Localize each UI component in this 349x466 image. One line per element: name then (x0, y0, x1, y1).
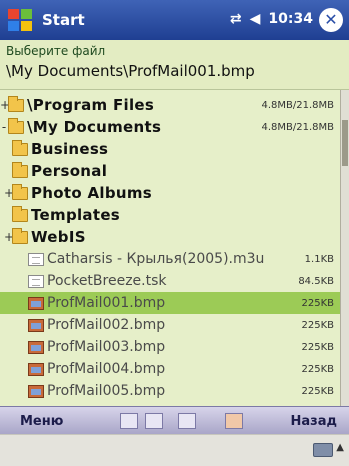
keyboard-icon[interactable] (313, 443, 333, 457)
expander-plus[interactable]: + (4, 186, 14, 200)
item-label: Business (31, 140, 109, 158)
expander-minus[interactable]: - (0, 120, 8, 134)
document-icon (28, 252, 44, 266)
selected-path: \My Documents\ProfMail001.bmp (6, 62, 255, 80)
list-item-my-documents[interactable]: - \My Documents 4.8MB/21.8MB (0, 116, 340, 138)
delete-icon[interactable] (225, 413, 243, 429)
list-item-photo-albums[interactable]: + Photo Albums (0, 182, 340, 204)
folder-icon (8, 117, 24, 134)
item-label: ProfMail003.bmp (47, 339, 166, 355)
item-label: \My Documents (27, 118, 162, 136)
copy-icon[interactable] (145, 413, 163, 429)
item-label: \Program Files (27, 96, 155, 114)
vertical-scrollbar[interactable] (340, 90, 349, 406)
item-label: ProfMail005.bmp (47, 383, 166, 399)
document-icon (28, 274, 44, 288)
item-label: PocketBreeze.tsk (47, 273, 167, 289)
folder-icon (12, 205, 28, 222)
item-label: ProfMail001.bmp (47, 295, 166, 311)
prompt-text: Выберите файл (6, 44, 106, 58)
list-item-profmail004[interactable]: ProfMail004.bmp 225KB (0, 358, 340, 380)
folder-icon (12, 139, 28, 156)
item-label: ProfMail004.bmp (47, 361, 166, 377)
expander-plus[interactable]: + (4, 230, 14, 244)
item-label: ProfMail002.bmp (47, 317, 166, 333)
list-item-webis[interactable]: + WebIS (0, 226, 340, 248)
item-size: 225KB (301, 297, 334, 309)
speaker-icon[interactable]: ◀ (250, 11, 261, 27)
pocketpc-screen: Start ⇄ ◀ 10:34 ✕ Выберите файл \My Docu… (0, 0, 349, 466)
list-item-catharsis[interactable]: Catharsis - Крылья(2005).m3u 1.1KB (0, 248, 340, 270)
close-button[interactable]: ✕ (319, 8, 343, 32)
connection-arrows-icon[interactable]: ⇄ (230, 11, 242, 27)
folder-icon (12, 227, 28, 244)
status-area: ⇄ ◀ 10:34 (230, 11, 313, 27)
bitmap-image-icon (28, 318, 44, 332)
item-label: Templates (31, 206, 121, 224)
item-size: 225KB (301, 341, 334, 353)
folder-icon (12, 183, 28, 200)
file-prompt-header: Выберите файл \My Documents\ProfMail001.… (0, 40, 349, 90)
item-label: Personal (31, 162, 108, 180)
list-item-templates[interactable]: Templates (0, 204, 340, 226)
item-size: 4.8MB/21.8MB (261, 99, 334, 111)
bitmap-image-icon (28, 340, 44, 354)
list-item-profmail005[interactable]: ProfMail005.bmp 225KB (0, 380, 340, 402)
item-label: Photo Albums (31, 184, 152, 202)
menu-softkey[interactable]: Меню (20, 414, 63, 429)
item-size: 4.8MB/21.8MB (261, 121, 334, 133)
item-size: 225KB (301, 363, 334, 375)
list-item-program-files[interactable]: + \Program Files 4.8MB/21.8MB (0, 94, 340, 116)
back-softkey[interactable]: Назад (291, 414, 337, 429)
bitmap-image-icon (28, 296, 44, 310)
list-item-business[interactable]: Business (0, 138, 340, 160)
item-size: 225KB (301, 319, 334, 331)
expander-plus[interactable]: + (0, 98, 10, 112)
file-list: + \Program Files 4.8MB/21.8MB - \My Docu… (0, 90, 349, 406)
list-item-profmail001[interactable]: ProfMail001.bmp 225KB (0, 292, 340, 314)
item-label: Catharsis - Крылья(2005).m3u (47, 251, 265, 267)
input-panel-bar: ▲ (0, 434, 349, 466)
bitmap-image-icon (28, 362, 44, 376)
list-item-pocketbreeze[interactable]: PocketBreeze.tsk 84.5KB (0, 270, 340, 292)
list-item-personal[interactable]: Personal (0, 160, 340, 182)
bottom-menu-bar: Меню Назад (0, 406, 349, 434)
input-selector-arrow-icon[interactable]: ▲ (336, 442, 344, 453)
clock[interactable]: 10:34 (268, 11, 313, 27)
item-size: 1.1KB (304, 253, 334, 265)
window-title[interactable]: Start (42, 11, 85, 29)
scroll-thumb[interactable] (342, 120, 348, 166)
list-item-profmail002[interactable]: ProfMail002.bmp 225KB (0, 314, 340, 336)
item-size: 225KB (301, 385, 334, 397)
item-size: 84.5KB (298, 275, 334, 287)
bitmap-image-icon (28, 384, 44, 398)
title-bar: Start ⇄ ◀ 10:34 ✕ (0, 0, 349, 40)
folder-icon (8, 95, 24, 112)
paste-icon[interactable] (178, 413, 196, 429)
list-item-profmail003[interactable]: ProfMail003.bmp 225KB (0, 336, 340, 358)
windows-start-icon[interactable] (6, 6, 34, 34)
cut-icon[interactable] (120, 413, 138, 429)
item-label: WebIS (31, 228, 86, 246)
folder-icon (12, 161, 28, 178)
